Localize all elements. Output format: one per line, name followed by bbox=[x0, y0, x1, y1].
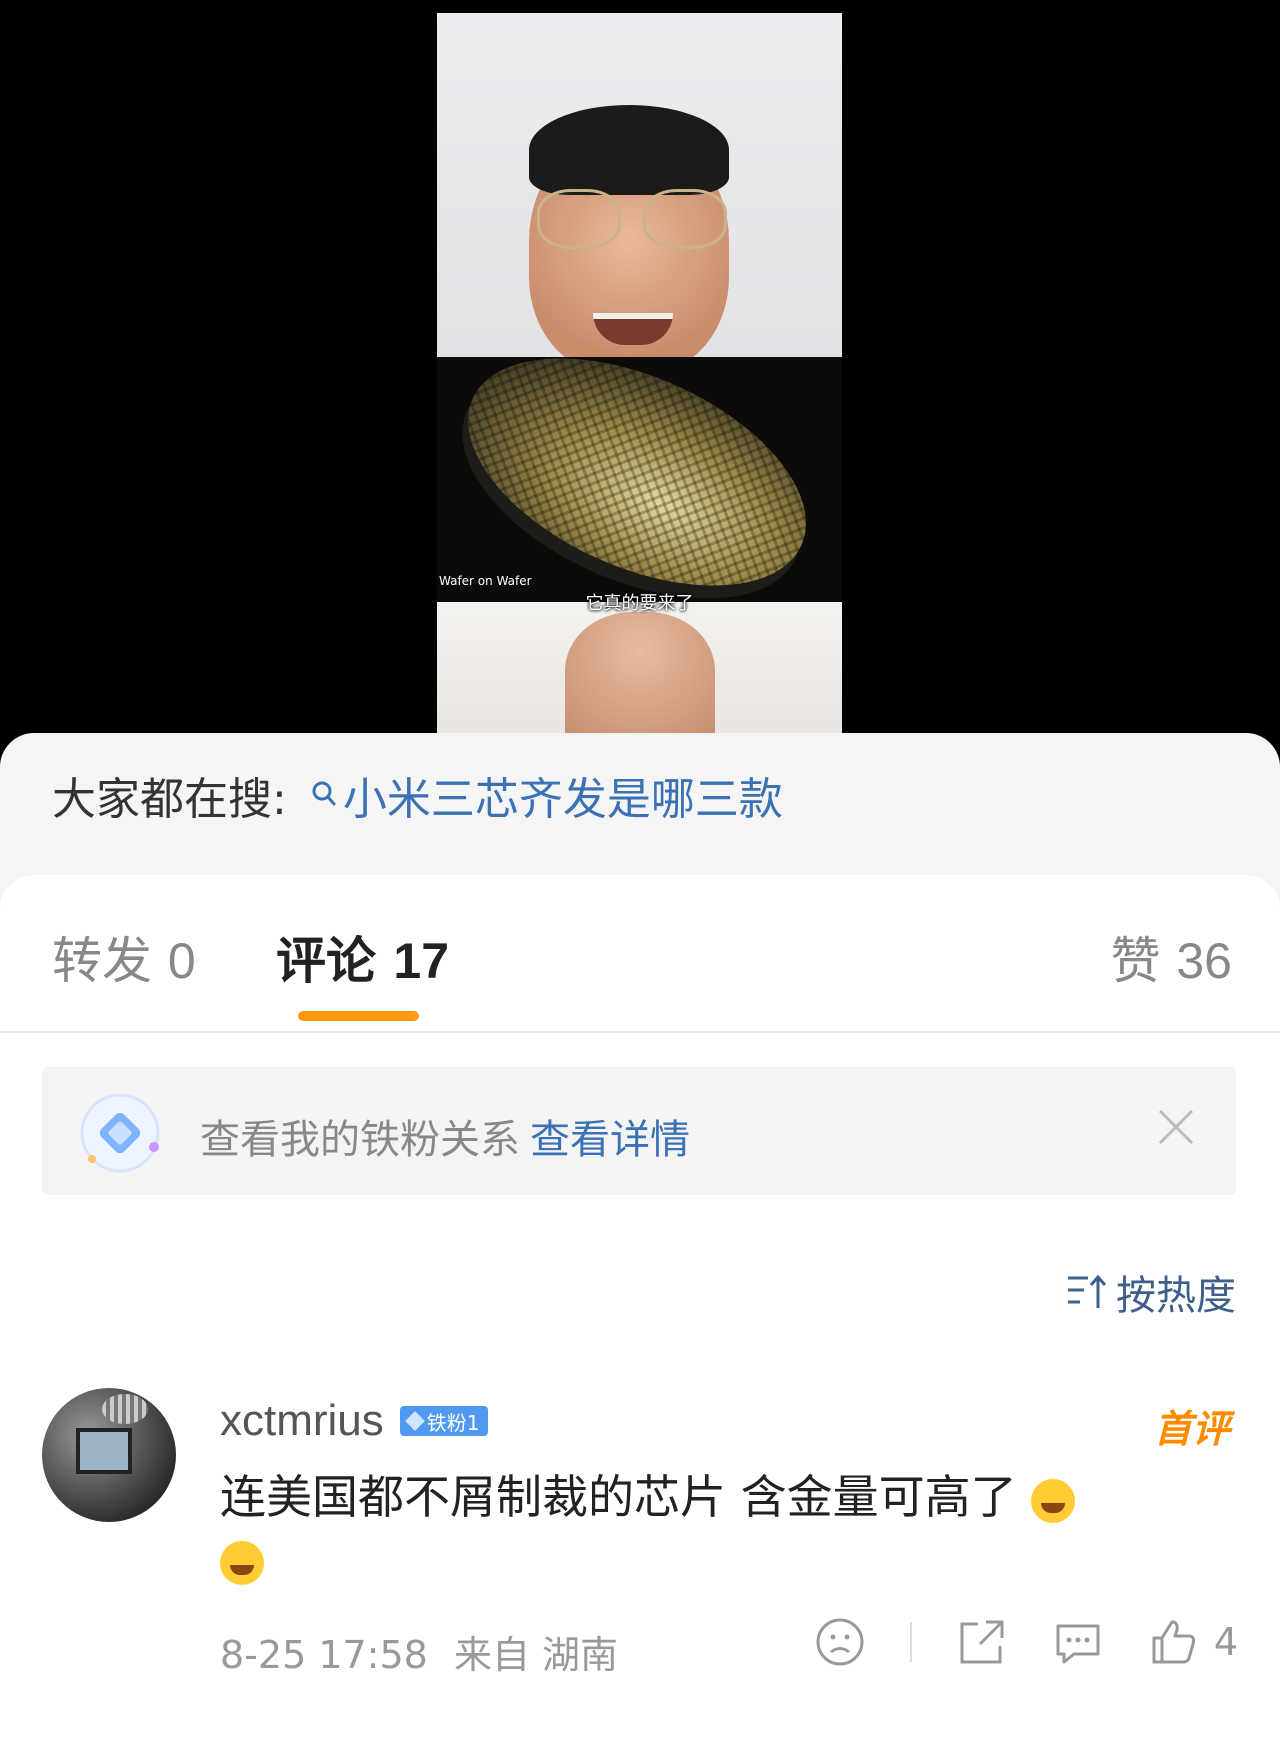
active-tab-indicator bbox=[298, 1011, 419, 1021]
reply-icon[interactable] bbox=[1052, 1616, 1104, 1668]
speaker-hands bbox=[565, 612, 715, 733]
first-comment-tag: 首评 bbox=[1153, 1407, 1230, 1451]
action-divider bbox=[909, 1622, 912, 1662]
comment-user: xctmrius 铁粉1 bbox=[220, 1396, 488, 1446]
wafer-image bbox=[437, 357, 841, 602]
laugh-cry-emoji-icon bbox=[1031, 1478, 1076, 1523]
speaker-glasses bbox=[537, 189, 727, 249]
avatar[interactable] bbox=[42, 1388, 176, 1522]
thumbs-up-icon[interactable] bbox=[1148, 1616, 1200, 1668]
comment-username[interactable]: xctmrius bbox=[220, 1396, 384, 1446]
fan-relation-text: 查看我的铁粉关系 查看详情 bbox=[200, 1107, 690, 1165]
comment-actions: 4 bbox=[770, 1616, 1238, 1668]
tab-likes[interactable]: 赞 36 bbox=[1110, 921, 1232, 993]
search-icon bbox=[312, 781, 336, 806]
fan-badge-label: 铁粉1 bbox=[426, 1410, 480, 1435]
diamond-fan-icon bbox=[80, 1093, 160, 1173]
tab-comments[interactable]: 评论 17 bbox=[276, 921, 449, 993]
fan-relation-details-link[interactable]: 查看详情 bbox=[530, 1117, 690, 1163]
tab-bar: 转发 0 评论 17 赞 36 bbox=[0, 875, 1280, 1033]
comment-like-count: 4 bbox=[1213, 1620, 1238, 1664]
trending-search-row[interactable]: 大家都在搜: 小米三芯齐发是哪三款 bbox=[52, 765, 783, 825]
video-frame-wafer: Wafer on Wafer bbox=[437, 357, 842, 602]
laugh-cry-emoji-icon bbox=[220, 1540, 264, 1585]
sort-label: 按热度 bbox=[1116, 1273, 1236, 1319]
comment-meta: 8-25 17:58 来自 湖南 bbox=[220, 1624, 618, 1679]
fan-badge[interactable]: 铁粉1 bbox=[399, 1406, 488, 1436]
tab-comments-count: 17 bbox=[393, 933, 450, 989]
tab-likes-label: 赞 bbox=[1110, 932, 1161, 990]
sort-icon bbox=[1068, 1274, 1107, 1308]
video-player[interactable]: Wafer on Wafer 它真的要来了 bbox=[437, 13, 842, 733]
trending-search-link[interactable]: 小米三芯齐发是哪三款 bbox=[343, 763, 783, 827]
wafer-caption: Wafer on Wafer bbox=[439, 574, 532, 588]
share-icon[interactable] bbox=[956, 1616, 1008, 1668]
sort-button[interactable]: 按热度 bbox=[1066, 1263, 1236, 1321]
tab-reposts[interactable]: 转发 0 bbox=[52, 921, 196, 993]
comment-sheet: 大家都在搜: 小米三芯齐发是哪三款 转发 0 评论 17 赞 36 查看我的铁粉… bbox=[0, 733, 1280, 1744]
comments-panel: 转发 0 评论 17 赞 36 查看我的铁粉关系 查看详情 按热度 xctmri… bbox=[0, 875, 1280, 1744]
video-frame-hands bbox=[437, 602, 842, 733]
fan-relation-label: 查看我的铁粉关系 bbox=[200, 1117, 520, 1163]
fan-relation-banner[interactable]: 查看我的铁粉关系 查看详情 bbox=[42, 1067, 1236, 1195]
diamond-badge-icon bbox=[404, 1411, 425, 1431]
dislike-face-icon[interactable] bbox=[814, 1616, 866, 1668]
video-frame-speaker bbox=[437, 13, 842, 373]
comment-text: 连美国都不屑制裁的芯片 含金量可高了 bbox=[220, 1466, 1220, 1590]
video-subtitle: 它真的要来了 bbox=[585, 593, 694, 614]
close-icon[interactable] bbox=[1156, 1107, 1196, 1147]
tab-reposts-label: 转发 bbox=[52, 932, 152, 990]
tab-comments-label: 评论 bbox=[276, 932, 376, 990]
wafer-caption-main: Wafer on Wafer bbox=[439, 574, 532, 588]
comment-text-content: 连美国都不屑制裁的芯片 含金量可高了 bbox=[220, 1470, 1017, 1524]
trending-search-label: 大家都在搜: bbox=[52, 774, 287, 825]
comment-time: 8-25 17:58 bbox=[220, 1633, 428, 1677]
comment-location: 来自 湖南 bbox=[453, 1633, 619, 1677]
speaker-hair bbox=[529, 105, 729, 195]
tab-reposts-count: 0 bbox=[167, 933, 196, 989]
tab-likes-count: 36 bbox=[1176, 933, 1232, 989]
